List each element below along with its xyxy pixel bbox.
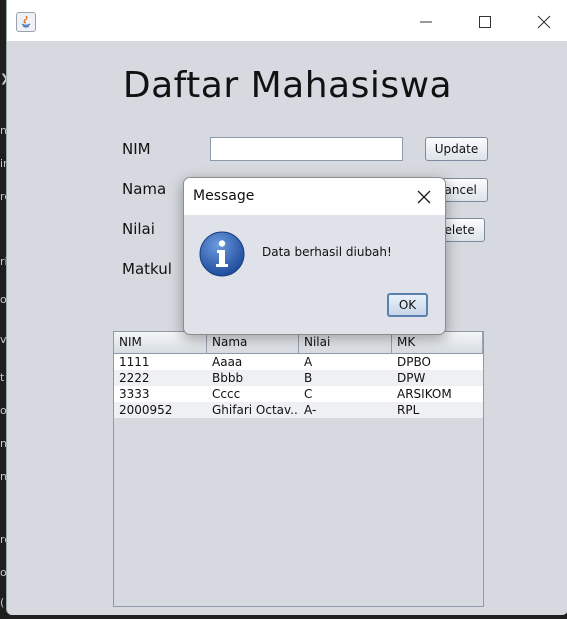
table-row[interactable]: 1111 Aaaa A DPBO <box>114 354 483 370</box>
cell-nama: Bbbb <box>212 371 244 385</box>
cell-mk: DPBO <box>397 355 431 369</box>
dialog-message: Data berhasil diubah! <box>262 245 392 259</box>
table-row[interactable]: 3333 Cccc C ARSIKOM <box>114 386 483 402</box>
nim-label: NIM <box>122 140 151 158</box>
minimize-button[interactable] <box>407 10 447 34</box>
dialog-title-bar: Message <box>184 178 445 215</box>
table-body: 1111 Aaaa A DPBO 2222 Bbbb B DPW 3333 Cc… <box>114 354 483 418</box>
table-row[interactable]: 2222 Bbbb B DPW <box>114 370 483 386</box>
cell-nilai: B <box>304 371 313 385</box>
cell-nama: Ghifari Octav... <box>212 403 299 417</box>
cell-nilai: A- <box>304 403 317 417</box>
nama-label: Nama <box>122 180 167 198</box>
cell-nama: Cccc <box>212 387 241 401</box>
table-row[interactable]: 2000952 Ghifari Octav... A- RPL <box>114 402 483 418</box>
nim-input[interactable] <box>210 137 403 161</box>
cell-nilai: C <box>304 387 313 401</box>
ok-button[interactable]: OK <box>387 293 428 317</box>
dialog-close-button[interactable] <box>413 187 435 207</box>
cell-nama: Aaaa <box>212 355 243 369</box>
column-header-mk[interactable]: MK <box>392 332 483 353</box>
java-app-icon <box>16 12 36 32</box>
maximize-button[interactable] <box>466 10 506 34</box>
minimize-icon <box>420 21 432 23</box>
column-header-nim[interactable]: NIM <box>114 332 207 353</box>
close-icon <box>417 190 431 204</box>
nilai-label: Nilai <box>122 220 155 238</box>
maximize-icon <box>479 16 491 28</box>
cell-nim: 1111 <box>119 355 150 369</box>
matkul-label: Matkul <box>122 260 172 278</box>
cell-nim: 2000952 <box>119 403 173 417</box>
page-title: Daftar Mahasiswa <box>122 65 453 106</box>
cell-mk: DPW <box>397 371 426 385</box>
cell-nilai: A <box>304 355 313 369</box>
title-bar <box>7 0 567 41</box>
column-header-nama[interactable]: Nama <box>207 332 299 353</box>
table-header: NIM Nama Nilai MK <box>114 332 483 354</box>
message-dialog: Message Data berhasil diubah! OK <box>183 177 446 335</box>
cell-mk: RPL <box>397 403 420 417</box>
cell-mk: ARSIKOM <box>397 387 452 401</box>
close-window-button[interactable] <box>525 10 565 34</box>
dialog-title: Message <box>193 188 255 204</box>
student-table[interactable]: NIM Nama Nilai MK 1111 Aaaa A DPBO 2222 … <box>113 331 484 607</box>
update-button[interactable]: Update <box>425 137 488 161</box>
close-icon <box>537 15 551 29</box>
cell-nim: 3333 <box>119 387 150 401</box>
column-header-nilai[interactable]: Nilai <box>299 332 392 353</box>
cell-nim: 2222 <box>119 371 150 385</box>
info-icon <box>198 230 246 278</box>
